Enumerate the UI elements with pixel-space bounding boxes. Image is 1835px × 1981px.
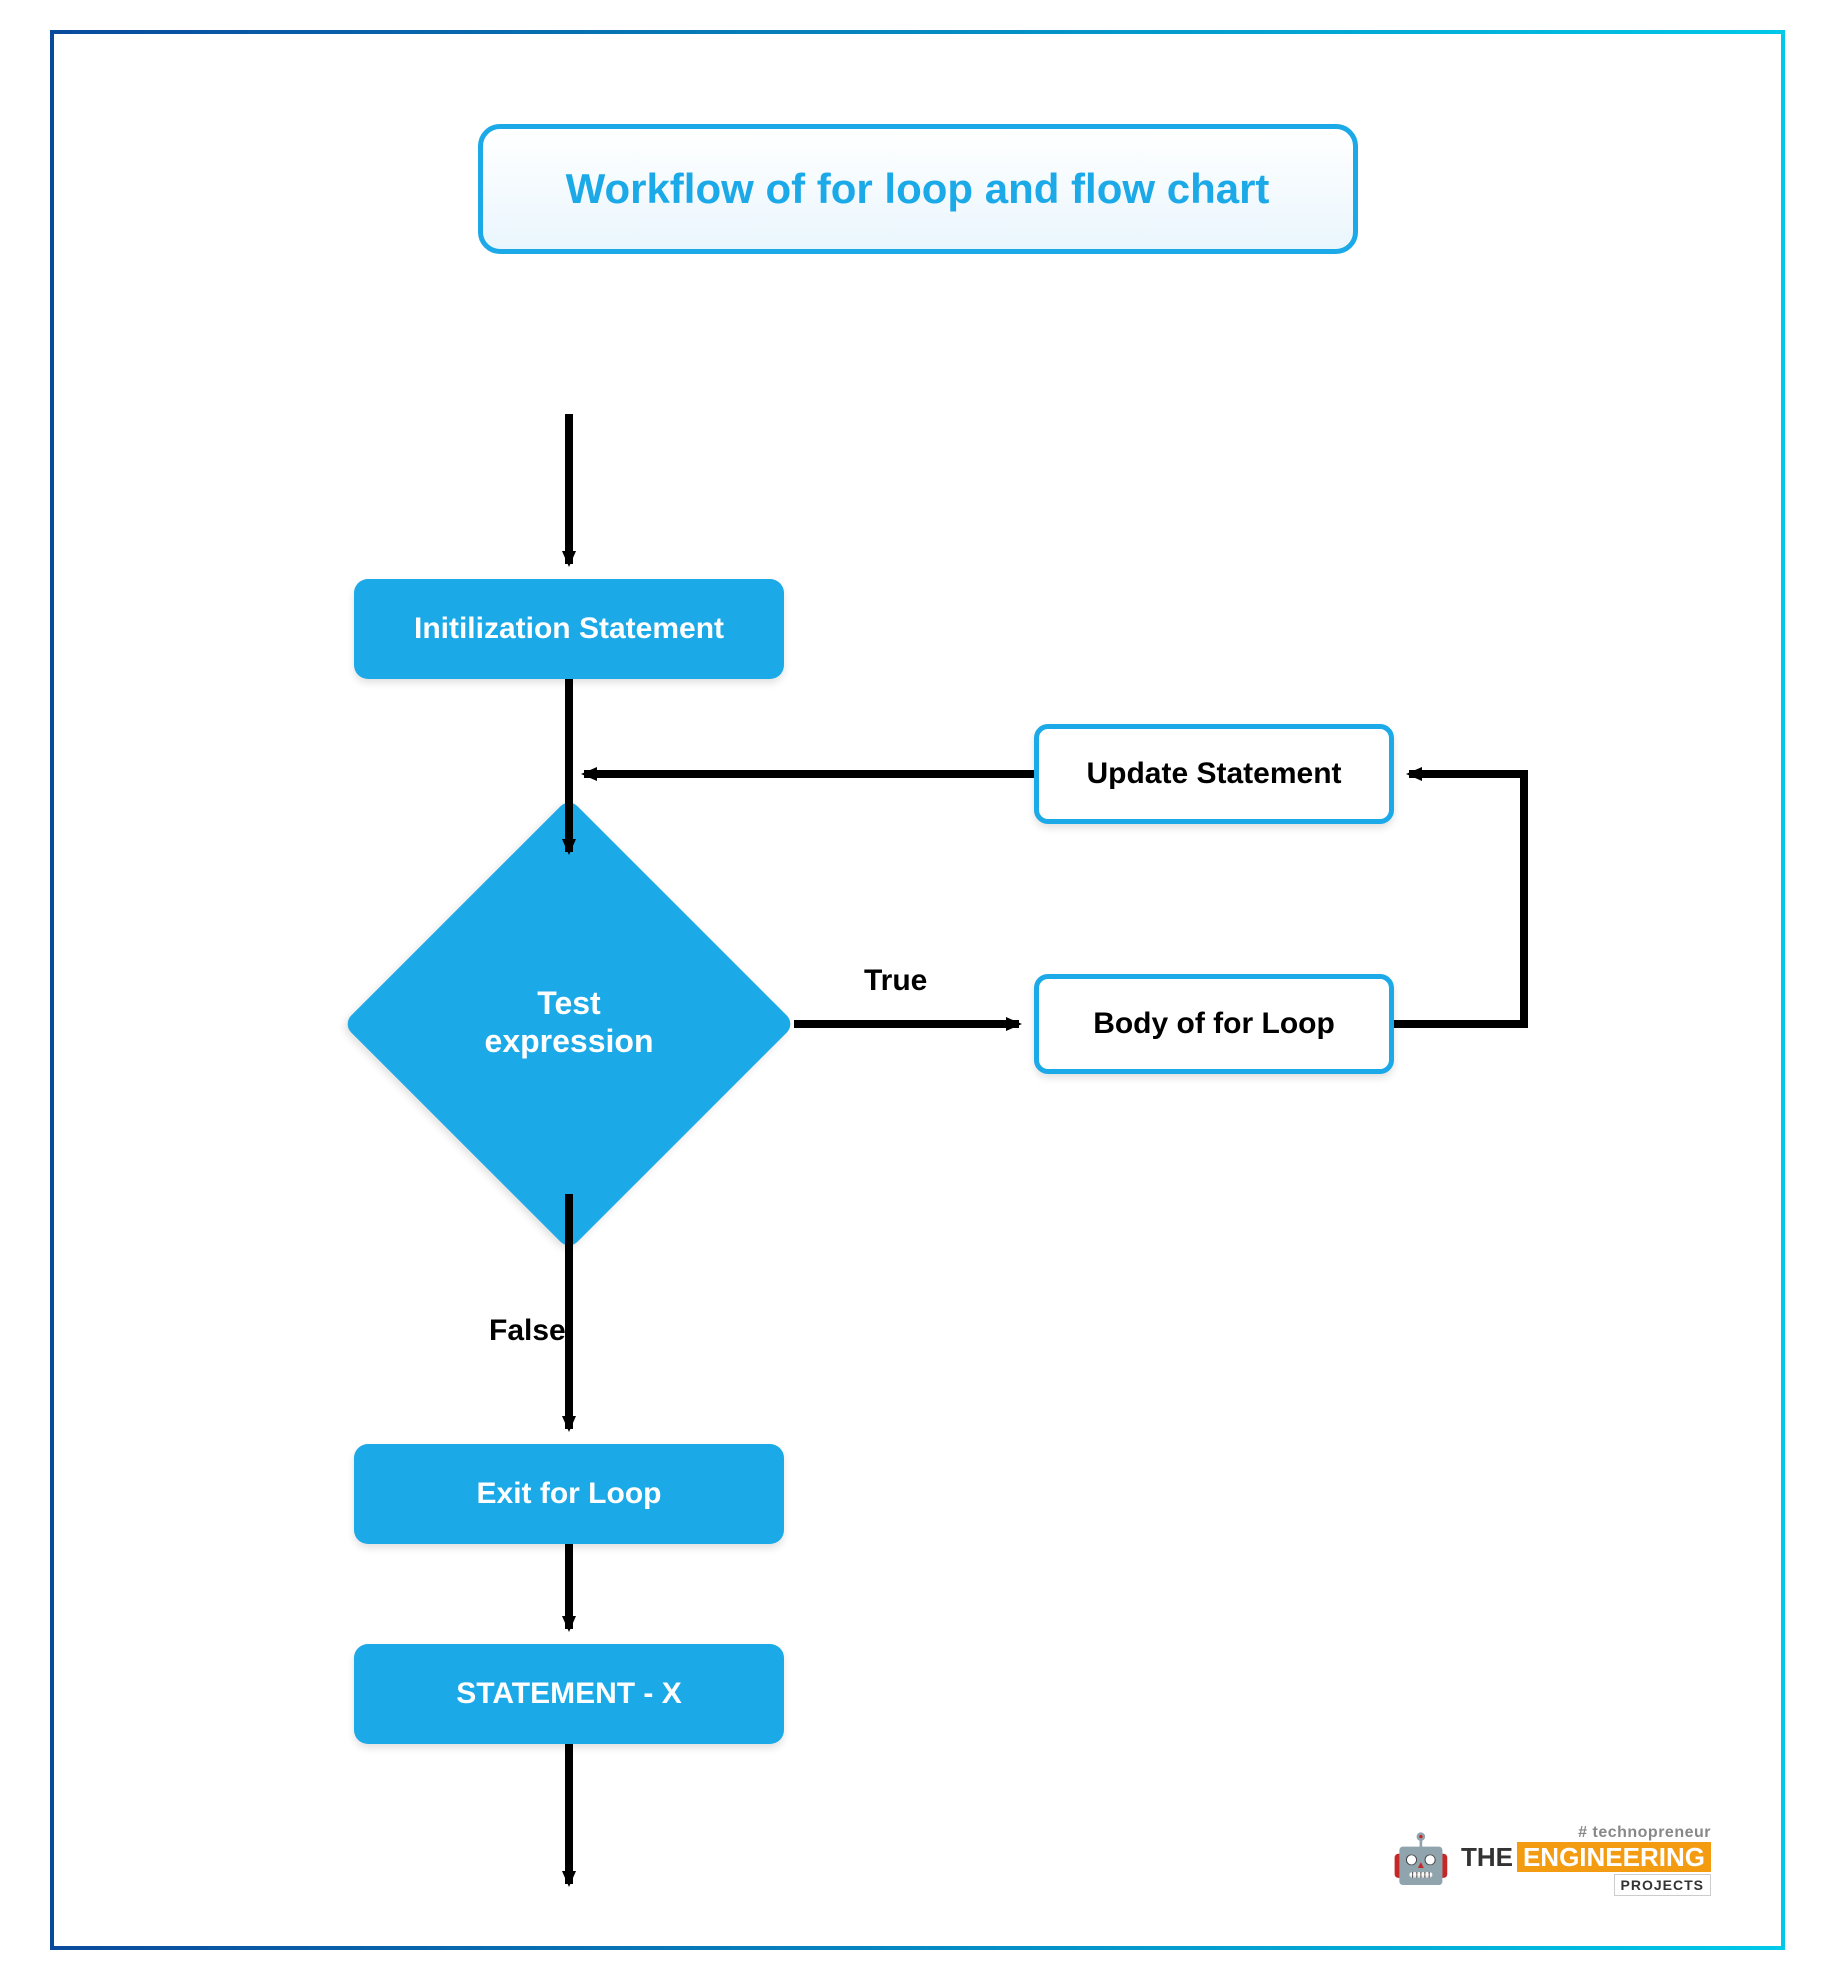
brand-text: # technopreneur THE ENGINEERING PROJECTS (1461, 1824, 1711, 1896)
node-statement-x-label: STATEMENT - X (456, 1677, 682, 1711)
edge-label-false: False (489, 1314, 566, 1348)
node-initialization: Initilization Statement (354, 579, 784, 679)
node-exit: Exit for Loop (354, 1444, 784, 1544)
node-test-expression (343, 798, 796, 1251)
node-update-label: Update Statement (1086, 757, 1341, 791)
brand-tagline: # technopreneur (1578, 1824, 1711, 1842)
brand-engineering: ENGINEERING (1517, 1842, 1711, 1872)
brand-projects: PROJECTS (1614, 1874, 1711, 1896)
node-initialization-label: Initilization Statement (414, 612, 724, 646)
node-update: Update Statement (1034, 724, 1394, 824)
edge-label-true: True (864, 964, 927, 998)
title-text: Workflow of for loop and flow chart (566, 165, 1270, 213)
node-body-label: Body of for Loop (1093, 1007, 1335, 1041)
node-statement-x: STATEMENT - X (354, 1644, 784, 1744)
brand-the: THE (1461, 1844, 1513, 1870)
robot-icon: 🤖 (1391, 1836, 1451, 1884)
brand-logo: 🤖 # technopreneur THE ENGINEERING PROJEC… (1391, 1824, 1711, 1896)
diagram-frame: Workflow of for loop and flow chart Init… (50, 30, 1785, 1950)
node-exit-label: Exit for Loop (477, 1477, 662, 1511)
node-body: Body of for Loop (1034, 974, 1394, 1074)
title-box: Workflow of for loop and flow chart (478, 124, 1358, 254)
